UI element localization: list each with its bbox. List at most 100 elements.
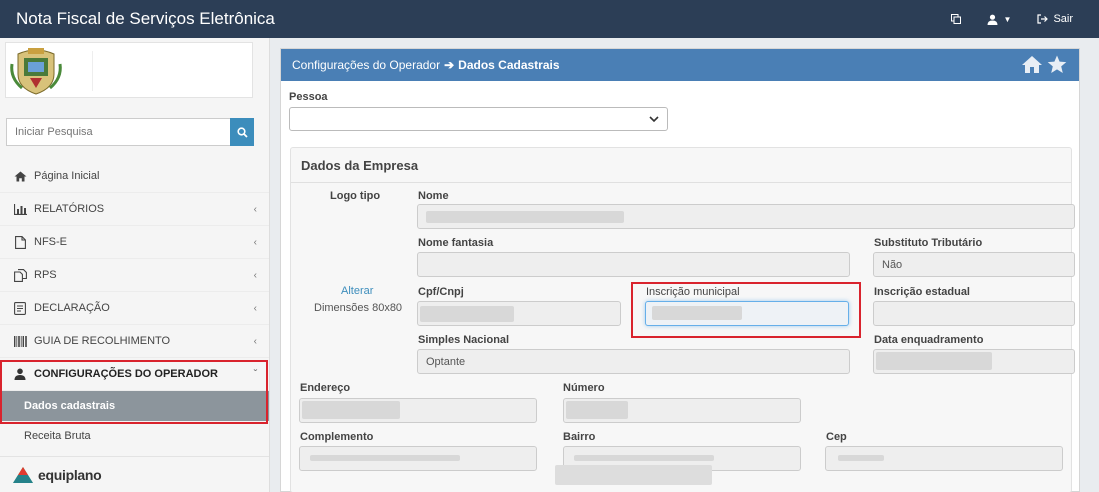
pessoa-select[interactable]	[289, 107, 668, 131]
redacted-status-bar	[555, 465, 712, 485]
bairro-label: Bairro	[563, 431, 596, 443]
simples-nacional-label: Simples Nacional	[418, 334, 510, 346]
home-icon[interactable]	[1021, 55, 1043, 74]
sidebar-item-configuracoes-do-operador[interactable]: CONFIGURAÇÕES DO OPERADOR ˇ	[0, 358, 269, 391]
search-icon	[236, 126, 248, 138]
dados-empresa-section: Dados da Empresa Logo tipo Alterar Dimen…	[290, 147, 1075, 492]
endereco-label: Endereço	[300, 382, 351, 394]
panel-header: Configurações do Operador ➔ Dados Cadast…	[281, 49, 1079, 81]
cpf-cnpj-label: Cpf/Cnpj	[418, 286, 464, 298]
logout-icon	[1037, 14, 1049, 24]
barcode-icon	[12, 333, 28, 349]
data-enquadramento-label: Data enquadramento	[874, 334, 984, 346]
simples-nacional-field[interactable]: Optante	[417, 349, 850, 374]
sidebar-item-nfse[interactable]: NFS-E ‹	[0, 226, 269, 259]
alterar-logo-link[interactable]: Alterar	[341, 285, 373, 297]
municipality-logo-area	[5, 42, 253, 98]
sidebar-item-guia-de-recolhimento[interactable]: GUIA DE RECOLHIMENTO ‹	[0, 325, 269, 358]
home-icon	[12, 168, 28, 184]
sidebar-item-rps[interactable]: RPS ‹	[0, 259, 269, 292]
section-divider	[291, 182, 1071, 183]
file-icon	[12, 234, 28, 250]
search-input[interactable]	[6, 118, 230, 146]
logout-label: Sair	[1053, 13, 1073, 25]
chevron-left-icon: ‹	[253, 303, 257, 314]
inscricao-estadual-field[interactable]	[873, 301, 1075, 326]
substituto-tributario-label: Substituto Tributário	[874, 237, 983, 249]
chevron-down-icon: ˇ	[253, 369, 257, 380]
inscricao-municipal-field[interactable]	[645, 301, 849, 326]
logo-tipo-label: Logo tipo	[330, 190, 381, 202]
arrow-right-icon: ➔	[444, 58, 455, 72]
redacted-value	[310, 455, 460, 461]
substituto-tributario-value: Não	[882, 258, 903, 271]
nome-label: Nome	[418, 190, 449, 202]
chevron-down-icon	[649, 116, 659, 123]
inscricao-estadual-label: Inscrição estadual	[874, 286, 970, 298]
sidebar-item-declaracao[interactable]: DECLARAÇÃO ‹	[0, 292, 269, 325]
complemento-field[interactable]	[299, 446, 537, 471]
search-button[interactable]	[230, 118, 254, 146]
bar-chart-icon	[12, 201, 28, 217]
chevron-left-icon: ‹	[253, 270, 257, 281]
sidebar-subitem-label: Receita Bruta	[24, 430, 91, 442]
redacted-value	[876, 352, 992, 370]
pessoa-label: Pessoa	[289, 91, 328, 103]
breadcrumb-parent: Configurações do Operador	[292, 58, 441, 72]
complemento-label: Complemento	[300, 431, 374, 443]
numero-field[interactable]	[563, 398, 801, 423]
redacted-value	[302, 401, 400, 419]
nome-fantasia-label: Nome fantasia	[418, 237, 494, 249]
nome-fantasia-field[interactable]	[417, 252, 850, 277]
redacted-value	[426, 211, 624, 223]
user-icon	[12, 366, 28, 382]
sidebar-subitem-dados-cadastrais[interactable]: Dados cadastrais	[0, 391, 269, 421]
user-menu-button[interactable]: ▼	[987, 14, 1012, 25]
section-title: Dados da Empresa	[301, 158, 419, 173]
star-icon[interactable]	[1047, 55, 1067, 74]
logo-divider	[92, 51, 93, 91]
redacted-value	[838, 455, 884, 461]
endereco-field[interactable]	[299, 398, 537, 423]
copy-button[interactable]	[950, 14, 961, 24]
sidebar-subitem-receita-bruta[interactable]: Receita Bruta	[0, 421, 269, 451]
sidebar-subitem-label: Dados cadastrais	[24, 400, 116, 412]
sidebar-item-pagina-inicial[interactable]: Página Inicial	[0, 160, 269, 193]
brand-name: equiplano	[38, 466, 102, 483]
sidebar-item-label: GUIA DE RECOLHIMENTO	[34, 335, 171, 347]
top-bar: Nota Fiscal de Serviços Eletrônica ▼ Sai…	[0, 0, 1099, 38]
cep-label: Cep	[826, 431, 847, 443]
chevron-left-icon: ‹	[253, 204, 257, 215]
nome-field[interactable]	[417, 204, 1075, 229]
cep-field[interactable]	[825, 446, 1063, 471]
breadcrumb-current: Dados Cadastrais	[458, 58, 560, 72]
copy-icon	[950, 14, 961, 24]
sidebar-item-label: Página Inicial	[34, 170, 100, 182]
caret-down-icon: ▼	[1003, 14, 1012, 24]
equiplano-logo-icon	[13, 466, 33, 483]
copy-icon	[12, 267, 28, 283]
simples-nacional-value: Optante	[426, 355, 466, 368]
sidebar-item-label: RPS	[34, 269, 57, 281]
file-text-icon	[12, 300, 28, 316]
redacted-value	[420, 306, 514, 322]
sidebar-item-relatorios[interactable]: RELATÓRIOS ‹	[0, 193, 269, 226]
redacted-value	[566, 401, 628, 419]
redacted-value	[574, 455, 714, 461]
sidebar-item-label: CONFIGURAÇÕES DO OPERADOR	[34, 368, 218, 380]
data-enquadramento-field[interactable]	[873, 349, 1075, 374]
sidebar: Página Inicial RELATÓRIOS ‹ NFS-E ‹ RPS …	[0, 38, 270, 492]
cpf-cnpj-field[interactable]	[417, 301, 621, 326]
main-panel: Configurações do Operador ➔ Dados Cadast…	[280, 48, 1080, 492]
inscricao-municipal-label: Inscrição municipal	[646, 286, 740, 298]
numero-label: Número	[563, 382, 605, 394]
sidebar-item-label: NFS-E	[34, 236, 67, 248]
sidebar-item-label: DECLARAÇÃO	[34, 302, 110, 314]
substituto-tributario-field[interactable]: Não	[873, 252, 1075, 277]
redacted-value	[652, 306, 742, 320]
logo-dimensions-text: Dimensões 80x80	[314, 302, 403, 314]
sidebar-item-label: RELATÓRIOS	[34, 203, 105, 215]
logout-button[interactable]: Sair	[1037, 13, 1073, 25]
sidebar-footer: equiplano	[0, 456, 269, 492]
municipal-crest-icon	[10, 48, 62, 95]
